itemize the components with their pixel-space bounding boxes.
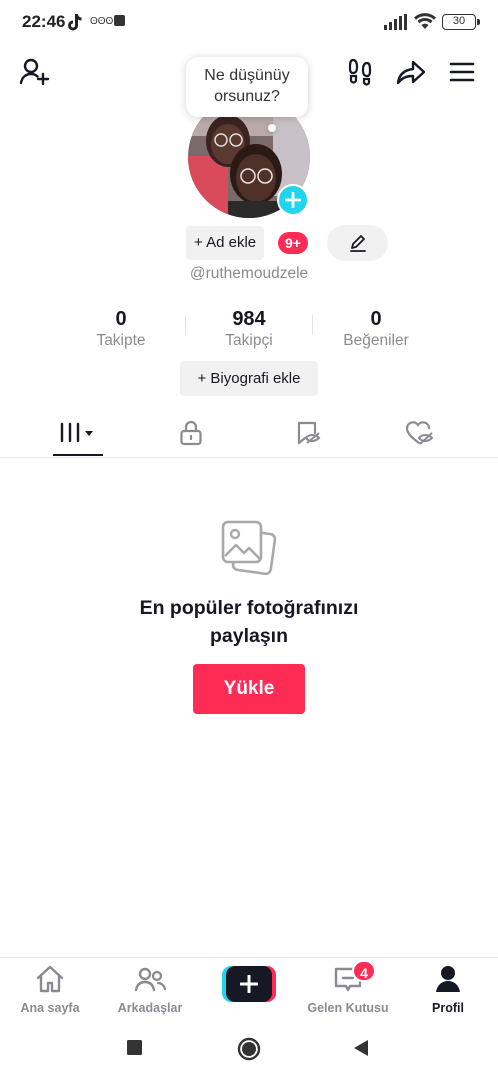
share-profile-button[interactable] <box>395 56 427 88</box>
tab-private[interactable] <box>129 410 253 456</box>
add-name-button[interactable]: + Ad ekle <box>186 226 265 260</box>
bottom-navigation: Ana sayfa Arkadaşlar 4 Gelen Kutusu Prof… <box>0 957 498 1021</box>
tab-videos[interactable] <box>16 410 140 456</box>
status-time: 22:46 <box>22 12 66 31</box>
nav-friends-label: Arkadaşlar <box>117 1001 183 1015</box>
add-story-button[interactable] <box>277 184 309 216</box>
likes-label: Beğeniler <box>343 332 409 349</box>
notification-badge: 9+ <box>278 232 308 254</box>
friends-icon <box>134 967 167 992</box>
username: @ruthemoudzele <box>189 265 309 282</box>
note-bubble[interactable]: Ne düşünüy orsunuz? <box>186 57 308 117</box>
recents-button[interactable] <box>126 1039 144 1062</box>
followers-label: Takipçi <box>225 332 273 349</box>
likes-count: 0 <box>370 308 382 330</box>
menu-icon <box>449 62 475 82</box>
grid-icon <box>60 422 93 443</box>
network-indicator: ʘʘʘ <box>90 16 114 27</box>
home-icon <box>36 965 64 993</box>
share-icon <box>396 60 426 85</box>
nav-inbox-label: Gelen Kutusu <box>307 1001 389 1015</box>
followers-count: 984 <box>232 308 266 330</box>
stat-divider <box>185 315 186 335</box>
square-icon <box>127 1040 142 1055</box>
circle-icon <box>237 1037 261 1061</box>
create-button-core <box>226 966 272 1002</box>
wifi-icon <box>414 12 436 35</box>
add-friend-button[interactable] <box>18 56 50 88</box>
nav-inbox[interactable]: 4 Gelen Kutusu <box>298 960 398 1015</box>
battery-indicator: 30 <box>442 14 480 30</box>
empty-state-title-line1: En popüler fotoğrafınızı <box>139 597 359 619</box>
active-tab-indicator <box>53 454 103 456</box>
empty-state-title: En popüler fotoğrafınızı paylaşın <box>0 594 498 650</box>
status-bar: 22:46 ʘʘʘ 30 <box>0 0 498 44</box>
note-bubble-tail <box>268 124 276 132</box>
upload-button[interactable]: Yükle <box>193 664 305 714</box>
following-count: 0 <box>115 308 127 330</box>
home-system-button[interactable] <box>237 1037 261 1066</box>
tab-liked[interactable] <box>358 410 482 456</box>
profile-views-button[interactable] <box>344 56 376 88</box>
stat-divider <box>312 315 313 335</box>
edit-profile-button[interactable] <box>327 225 388 261</box>
back-button[interactable] <box>352 1039 370 1062</box>
inbox-badge: 4 <box>352 960 376 982</box>
stat-followers[interactable]: 984 Takipçi <box>189 308 309 350</box>
pencil-icon <box>349 235 366 252</box>
add-bio-button[interactable]: + Biyografi ekle <box>180 361 318 396</box>
notification-square-icon <box>114 15 125 26</box>
nav-profile[interactable]: Profil <box>398 964 498 1015</box>
add-friend-icon <box>19 58 50 86</box>
nav-home-label: Ana sayfa <box>20 1001 80 1015</box>
stat-likes[interactable]: 0 Beğeniler <box>316 308 436 350</box>
plus-icon <box>240 975 258 993</box>
nav-friends[interactable]: Arkadaşlar <box>100 964 200 1015</box>
nav-profile-label: Profil <box>432 1001 464 1015</box>
note-bubble-text: Ne düşünüy orsunuz? <box>204 67 290 105</box>
signal-icon <box>384 14 408 35</box>
tiktok-notification-icon <box>66 13 82 36</box>
lock-icon <box>180 420 202 446</box>
footprints-icon <box>348 58 372 86</box>
profile-icon <box>436 966 460 992</box>
nav-home[interactable]: Ana sayfa <box>0 964 100 1015</box>
bookmark-icon <box>297 421 321 445</box>
profile-tabs <box>0 410 498 458</box>
system-navigation-bar <box>0 1021 498 1080</box>
following-label: Takipte <box>96 332 146 349</box>
plus-icon <box>285 192 301 208</box>
create-button[interactable] <box>222 966 276 1002</box>
stat-following[interactable]: 0 Takipte <box>61 308 181 350</box>
back-triangle-icon <box>354 1040 368 1056</box>
menu-button[interactable] <box>446 56 478 88</box>
photos-icon <box>219 518 279 583</box>
liked-icon <box>405 421 434 445</box>
tab-saved[interactable] <box>246 410 370 456</box>
empty-state-title-line2: paylaşın <box>209 625 289 647</box>
